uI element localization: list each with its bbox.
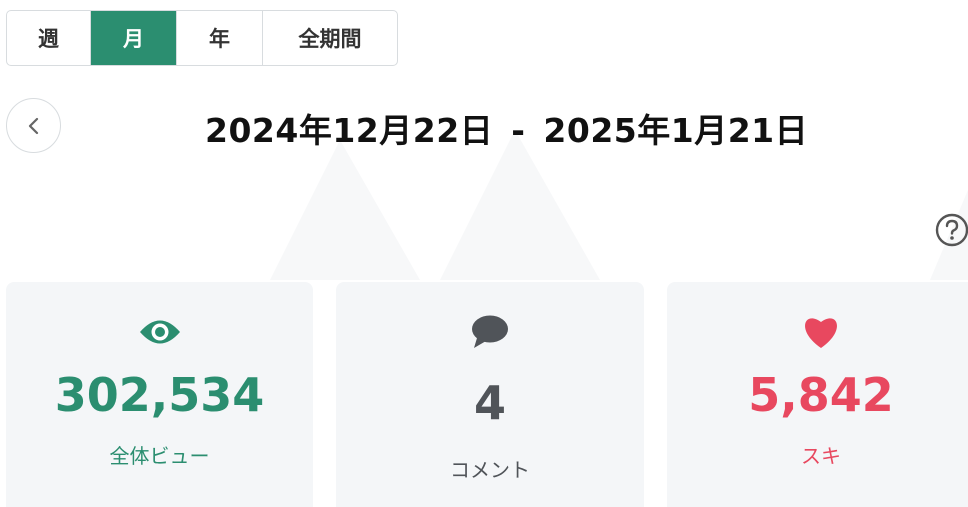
chevron-left-icon	[28, 117, 38, 134]
help-icon[interactable]	[934, 212, 968, 248]
stats-page: 週 月 年 全期間 2024年12月22日 -2025年1月21日 302,534	[0, 0, 968, 507]
stat-card-likes: 5,842 スキ	[667, 282, 968, 507]
views-label: 全体ビュー	[109, 444, 210, 468]
period-tabs: 週 月 年 全期間	[6, 10, 398, 66]
tab-week[interactable]: 週	[7, 11, 91, 65]
likes-value: 5,842	[748, 368, 894, 422]
comments-label: コメント	[450, 458, 530, 482]
range-separator: -	[511, 111, 526, 150]
previous-period-button[interactable]	[6, 98, 61, 153]
background-decoration	[270, 130, 968, 280]
tab-month[interactable]: 月	[91, 11, 177, 65]
tab-all-time[interactable]: 全期間	[263, 11, 397, 65]
date-range: 2024年12月22日 -2025年1月21日	[205, 104, 808, 152]
stat-card-views: 302,534 全体ビュー	[6, 282, 313, 507]
comment-icon	[472, 315, 508, 348]
heart-icon	[805, 318, 837, 348]
stat-card-comments: 4 コメント	[336, 282, 644, 507]
range-start: 2024年12月22日	[205, 111, 494, 150]
tab-year[interactable]: 年	[177, 11, 263, 65]
eye-icon	[139, 320, 180, 344]
views-value: 302,534	[54, 368, 265, 422]
likes-label: スキ	[801, 444, 841, 468]
range-end: 2025年1月21日	[543, 111, 809, 150]
comments-value: 4	[473, 376, 506, 430]
